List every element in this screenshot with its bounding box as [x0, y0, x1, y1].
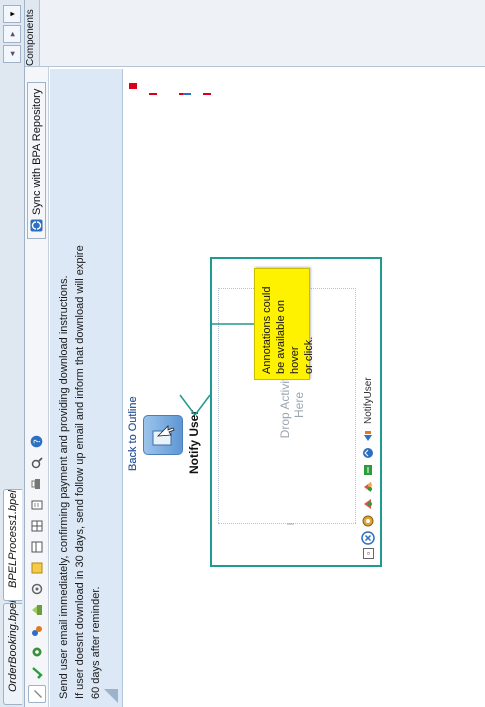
tab-list-button[interactable]: ▾ [3, 5, 21, 23]
component-palette: Components [25, 0, 485, 67]
bpel-design-canvas[interactable]: Back to Outline Back to Outline Notify U… [123, 69, 485, 707]
annotation-line-1: Send user email immediately, confirming … [58, 275, 70, 699]
tab-scroll-left-button[interactable]: ◂ [3, 45, 21, 63]
page-icon [31, 500, 42, 510]
help-icon: ? [30, 436, 43, 448]
process-annotation-banner: Send user email immediately, confirming … [50, 69, 123, 707]
help-button[interactable]: ? [28, 433, 46, 451]
variables-button[interactable] [28, 622, 46, 640]
annotation-line-3: 60 days after reminder. [90, 586, 102, 699]
annotation-line-2: If user doesnt download in 30 days, send… [74, 245, 86, 699]
tab-orderbooking[interactable]: OrderBooking.bpel [3, 600, 22, 705]
note-connector [212, 323, 254, 325]
sensors-button[interactable] [28, 580, 46, 598]
print-button[interactable] [28, 475, 46, 493]
properties-icon [31, 562, 42, 574]
error-marker[interactable] [129, 83, 137, 89]
validate-button[interactable] [28, 664, 46, 682]
info-marker[interactable] [183, 93, 191, 95]
bpel-editor-window: OrderBooking.bpel BPELProcess1.bpel ◂ ▸ … [0, 0, 485, 707]
variables-icon [31, 626, 42, 636]
sync-icon [30, 219, 43, 232]
palette-header: Components [25, 0, 40, 66]
diagram-view-button[interactable] [28, 538, 46, 556]
design-toolbar: ? Sync with BPA Repository [25, 67, 49, 707]
link-gear-icon [32, 647, 41, 657]
table-icon [31, 520, 42, 532]
zoom-button[interactable] [28, 454, 46, 472]
tab-bpelprocess1[interactable]: BPELProcess1.bpel [3, 489, 22, 601]
editor-tab-strip: OrderBooking.bpel BPELProcess1.bpel ◂ ▸ … [0, 0, 25, 707]
tab-label: BPELProcess1.bpel [7, 490, 19, 588]
pencil-icon [33, 690, 42, 698]
tab-label: OrderBooking.bpel [7, 600, 19, 692]
magnifier-icon [31, 457, 43, 469]
tab-scroll-controls: ◂ ▸ ▾ [3, 3, 21, 63]
correlation-button[interactable] [28, 601, 46, 619]
svg-text:?: ? [33, 439, 43, 444]
sensor-icon [31, 583, 42, 595]
error-marker[interactable] [203, 93, 211, 95]
sync-label: Sync with BPA Repository [30, 88, 43, 215]
table-view-button[interactable] [28, 517, 46, 535]
edit-mode-button[interactable] [27, 685, 46, 703]
printer-icon [31, 479, 40, 489]
sync-bpa-button[interactable]: Sync with BPA Repository [27, 81, 46, 239]
components-tab[interactable]: Components [25, 9, 36, 66]
error-marker[interactable] [149, 93, 157, 95]
banner-resize-corner[interactable] [104, 689, 118, 703]
correlation-icon [31, 605, 42, 615]
diagram-icon [31, 541, 42, 553]
properties-button[interactable] [28, 559, 46, 577]
page-setup-button[interactable] [28, 496, 46, 514]
partner-link-button[interactable] [28, 643, 46, 661]
checkmark-icon [31, 667, 43, 679]
tab-scroll-right-button[interactable]: ▸ [3, 25, 21, 43]
